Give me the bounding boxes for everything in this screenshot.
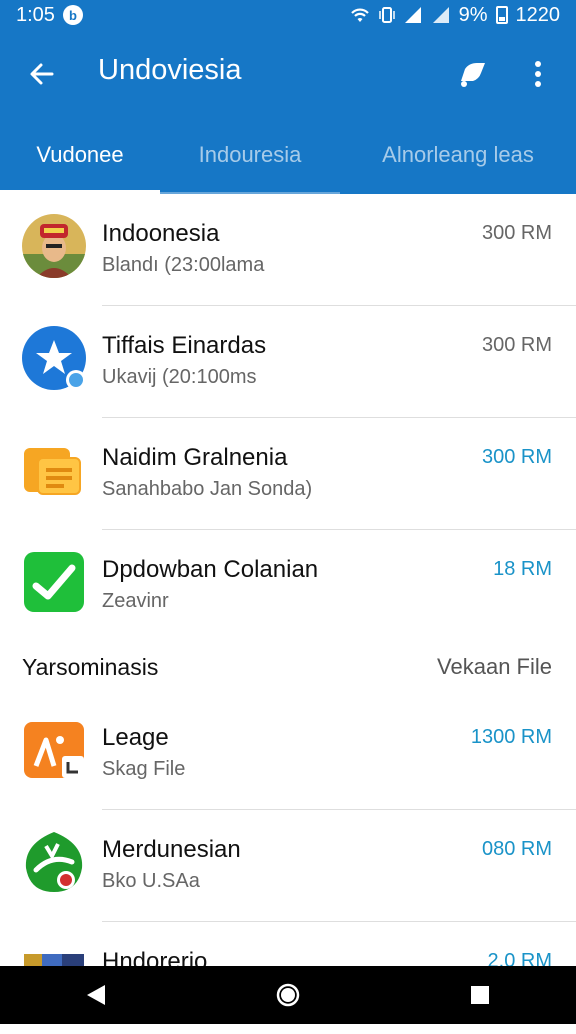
signal-icon xyxy=(403,6,423,24)
more-vertical-icon xyxy=(535,61,541,87)
list-item[interactable]: Merdunesian Bko U.SAa 080 RM xyxy=(0,810,576,922)
tab-alnorleang-leas[interactable]: Alnorleang leas xyxy=(340,116,576,194)
avatar-portrait-icon xyxy=(22,214,86,278)
page-title: Undoviesia xyxy=(98,54,242,86)
item-time: 300 RM xyxy=(481,446,552,468)
item-name: Dpdowban Colanian xyxy=(102,556,319,583)
battery-percent: 9% xyxy=(458,3,488,26)
list-item[interactable]: Dpdowban Colanian Zeavinr 18 RM xyxy=(0,530,576,642)
back-button[interactable] xyxy=(20,52,64,96)
square-recents-icon xyxy=(471,986,489,1004)
item-time: 080 RM xyxy=(481,838,552,860)
section-title: Yarsominasis xyxy=(22,654,159,680)
tab-label: Vudonee xyxy=(36,142,124,167)
item-time: 300 RM xyxy=(481,334,552,356)
app-bar: Undoviesia xyxy=(0,30,576,116)
wifi-icon xyxy=(349,6,371,24)
nav-recents-button[interactable] xyxy=(450,966,510,1024)
section-header: Yarsominasis Vekaan File xyxy=(0,642,576,698)
item-name: Tiffais Einardas xyxy=(102,332,267,359)
battery-icon xyxy=(495,6,508,24)
notification-badge-icon: b xyxy=(62,5,83,25)
nav-back-button[interactable] xyxy=(66,966,126,1024)
item-subtitle: Skag File xyxy=(102,758,186,780)
check-app-icon xyxy=(22,550,86,614)
item-time: 1300 RM xyxy=(470,726,552,748)
tab-vudonee[interactable]: Vudonee xyxy=(0,116,160,194)
tab-bar: Vudonee Indouresia Alnorleang leas xyxy=(0,116,576,194)
notification-button[interactable] xyxy=(450,52,494,96)
vibrate-icon xyxy=(378,6,395,24)
item-name: Indoonesia xyxy=(102,220,220,247)
bell-icon xyxy=(461,63,485,87)
nav-home-button[interactable] xyxy=(258,966,318,1024)
item-subtitle: Ukavij (20:100ms xyxy=(102,366,257,388)
item-name: Merdunesian xyxy=(102,836,241,863)
signal-icon-2 xyxy=(431,6,451,24)
item-subtitle: Sanahbabo Jan Sonda) xyxy=(102,478,313,500)
chat-list: Indoonesia Blandı (23:00lama 300 RM Tiff… xyxy=(0,194,576,1034)
status-bar: 1:05 b 9% 1220 xyxy=(0,0,576,30)
system-nav-bar xyxy=(0,966,576,1024)
star-app-icon xyxy=(22,326,86,390)
item-name: Leage xyxy=(102,724,169,751)
circle-home-icon xyxy=(276,983,300,1007)
item-subtitle: Bko U.SAa xyxy=(102,870,200,892)
triangle-back-icon xyxy=(87,985,105,1005)
tab-label: Alnorleang leas xyxy=(382,142,534,167)
arrow-left-icon xyxy=(30,63,54,85)
tab-label: Indouresia xyxy=(198,142,302,167)
folder-document-icon xyxy=(22,438,86,502)
status-clock: 1220 xyxy=(515,3,561,26)
item-name: Naidim Gralnenia xyxy=(102,444,288,471)
status-left: 1:05 b xyxy=(16,4,83,27)
section-action-link[interactable]: Vekaan File xyxy=(437,654,552,680)
list-item[interactable]: Leage Skag File 1300 RM xyxy=(0,698,576,810)
item-time: 18 RM xyxy=(493,558,552,580)
tab-indouresia[interactable]: Indouresia xyxy=(160,116,340,194)
item-time: 300 RM xyxy=(481,222,552,244)
item-subtitle: Zeavinr xyxy=(102,590,169,612)
green-leaf-icon xyxy=(22,830,86,894)
more-options-button[interactable] xyxy=(516,52,560,96)
orange-file-icon xyxy=(22,718,86,782)
status-time: 1:05 xyxy=(16,3,55,26)
status-right: 9% 1220 xyxy=(349,4,560,27)
list-item[interactable]: Tiffais Einardas Ukavij (20:100ms 300 RM xyxy=(0,306,576,418)
item-subtitle: Blandı (23:00lama xyxy=(102,254,265,276)
list-item[interactable]: Indoonesia Blandı (23:00lama 300 RM xyxy=(0,194,576,306)
list-item[interactable]: Naidim Gralnenia Sanahbabo Jan Sonda) 30… xyxy=(0,418,576,530)
